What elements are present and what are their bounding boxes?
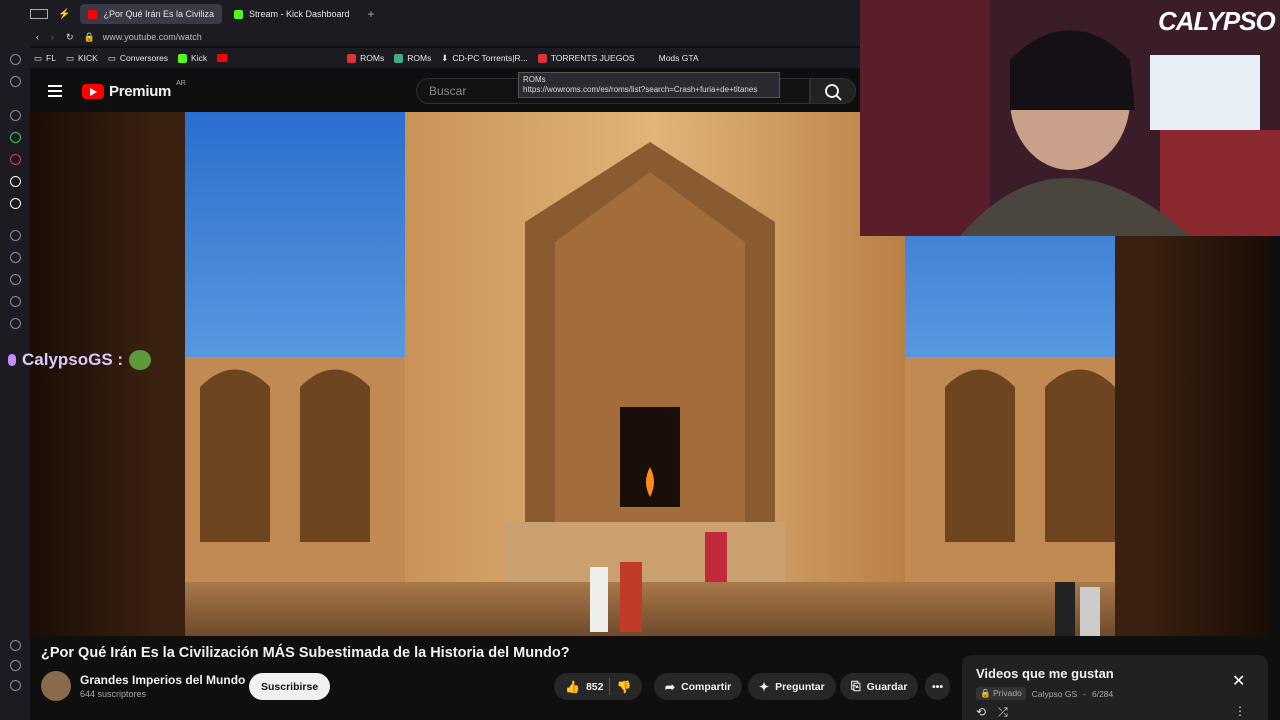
share-button[interactable]: ➦ Compartir xyxy=(654,673,743,700)
favorites-icon[interactable] xyxy=(10,230,21,241)
whatsapp-icon[interactable] xyxy=(10,132,21,143)
shuffle-icon[interactable]: ⤮ xyxy=(998,705,1008,720)
url-field[interactable]: www.youtube.com/watch xyxy=(103,32,202,42)
lock-icon: 🔒 xyxy=(83,31,95,42)
tab-overview-icon[interactable] xyxy=(30,9,48,19)
video-title: ¿Por Qué Irán Es la Civilización MÁS Sub… xyxy=(41,645,570,661)
search-icon xyxy=(825,84,842,101)
bookmark-tooltip: ROMs https://wowroms.com/es/roms/list?se… xyxy=(518,72,780,98)
pin-icon[interactable] xyxy=(10,252,21,263)
more-actions-button[interactable]: ••• xyxy=(925,673,951,700)
bookmark-cdpc[interactable]: ⬇ CD-PC Torrents|R... xyxy=(441,53,527,64)
playlist-position: 6/284 xyxy=(1091,688,1114,699)
bookmark-youtube-icon[interactable] xyxy=(217,54,228,62)
tab-youtube[interactable]: ¿Por Qué Irán Es la Civiliza xyxy=(80,4,222,24)
new-tab-icon[interactable]: + xyxy=(368,7,375,21)
search-button[interactable] xyxy=(810,78,856,104)
reload-icon[interactable]: ↻ xyxy=(66,32,74,43)
gear-icon[interactable] xyxy=(10,660,21,671)
like-count[interactable]: 852 xyxy=(586,681,604,693)
youtube-play-icon xyxy=(82,84,104,99)
back-icon[interactable]: ‹ xyxy=(36,32,39,42)
more-vertical-icon[interactable]: ⋮ xyxy=(1234,704,1246,718)
emote-icon xyxy=(129,350,152,370)
youtube-premium-logo[interactable]: Premium AR xyxy=(82,80,186,100)
bookmark-roms-1[interactable]: ROMs xyxy=(347,53,384,63)
bookmark-icon: ⎘ xyxy=(851,679,861,693)
like-dislike-group: 👍 852 👎 xyxy=(554,673,643,700)
more-horizontal-icon: ••• xyxy=(932,680,944,693)
close-icon[interactable]: ✕ xyxy=(1232,671,1245,691)
download-icon: ⬇ xyxy=(441,52,449,63)
bookmark-conversores[interactable]: ▭ Conversores xyxy=(108,53,168,64)
folder-icon: ▭ xyxy=(65,52,74,63)
channel-name[interactable]: Grandes Imperios del Mundo xyxy=(80,673,245,687)
storage-icon[interactable] xyxy=(10,640,21,651)
roms-icon xyxy=(394,53,404,63)
roms-icon xyxy=(347,53,357,63)
bookmark-roms-2[interactable]: ROMs xyxy=(394,53,431,63)
tab-bar: ⚡ ¿Por Qué Irán Es la Civiliza Stream - … xyxy=(0,0,860,28)
x-twitter-icon[interactable] xyxy=(10,198,21,209)
instagram-icon[interactable] xyxy=(10,154,21,165)
address-bar: ‹ › ↻ 🔒 www.youtube.com/watch xyxy=(0,28,860,46)
playlist-panel: Videos que me gustan 🔒 Privado Calypso G… xyxy=(962,655,1268,720)
thumbs-up-icon[interactable]: 👍 xyxy=(565,680,580,694)
gx-icon[interactable] xyxy=(10,680,21,691)
chat-icon[interactable] xyxy=(10,296,21,307)
bookmark-torrents[interactable]: TORRENTS JUEGOS xyxy=(537,53,635,63)
kick-favicon-icon xyxy=(234,9,243,19)
bookmark-kick[interactable]: Kick xyxy=(178,53,207,63)
sparkle-icon: ✦ xyxy=(759,679,770,694)
subscriber-count: 644 suscriptores xyxy=(80,689,147,699)
microphone-icon xyxy=(8,354,16,366)
bookmark-fl[interactable]: ▭ FL xyxy=(34,53,56,64)
bookmark-kick-folder[interactable]: ▭ KICK xyxy=(66,53,98,64)
loop-icon[interactable]: ⟲ xyxy=(976,705,986,720)
folder-icon: ▭ xyxy=(34,52,43,63)
workspace-icon[interactable]: ⚡ xyxy=(58,9,70,20)
torrents-icon xyxy=(537,53,547,63)
hamburger-menu-icon[interactable] xyxy=(48,85,62,97)
channel-avatar[interactable] xyxy=(41,671,71,701)
stream-overlay-username: CalypsoGS : xyxy=(8,350,152,370)
tab-kick-dashboard[interactable]: Stream - Kick Dashboard xyxy=(226,4,358,24)
subscribe-button[interactable]: Suscribirse xyxy=(249,673,331,700)
playlist-meta: 🔒 Privado Calypso GS - 6/284 xyxy=(976,687,1113,700)
forward-icon[interactable]: › xyxy=(51,32,54,42)
playlist-owner[interactable]: Calypso GS xyxy=(1032,689,1077,699)
share-icon: ➦ xyxy=(665,679,676,694)
bookmarks-bar: ▭ FL ▭ KICK ▭ Conversores Kick ROMs ROMs ⬇ C… xyxy=(28,48,860,68)
openai-icon[interactable] xyxy=(10,110,21,121)
playlist-title[interactable]: Videos que me gustan xyxy=(976,666,1114,681)
speed-dial-icon[interactable] xyxy=(10,54,21,65)
privacy-badge: 🔒 Privado xyxy=(976,687,1026,700)
ask-button[interactable]: ✦ Preguntar xyxy=(748,673,836,700)
history-icon[interactable] xyxy=(10,274,21,285)
save-button[interactable]: ⎘ Guardar xyxy=(840,673,919,700)
extension-icon[interactable] xyxy=(10,76,21,87)
folder-icon: ▭ xyxy=(107,52,116,63)
youtube-favicon-icon xyxy=(88,9,98,19)
channel-logo: CALYPSO xyxy=(1158,6,1276,36)
tiktok-icon[interactable] xyxy=(10,176,21,187)
kick-icon xyxy=(178,53,188,63)
settings-icon[interactable] xyxy=(10,318,21,329)
playlist-controls: ⟲ ⤮ xyxy=(976,705,1008,720)
thumbs-down-icon[interactable]: 👎 xyxy=(616,680,631,694)
bookmark-mods-gta[interactable]: Mods GTA xyxy=(659,53,699,63)
